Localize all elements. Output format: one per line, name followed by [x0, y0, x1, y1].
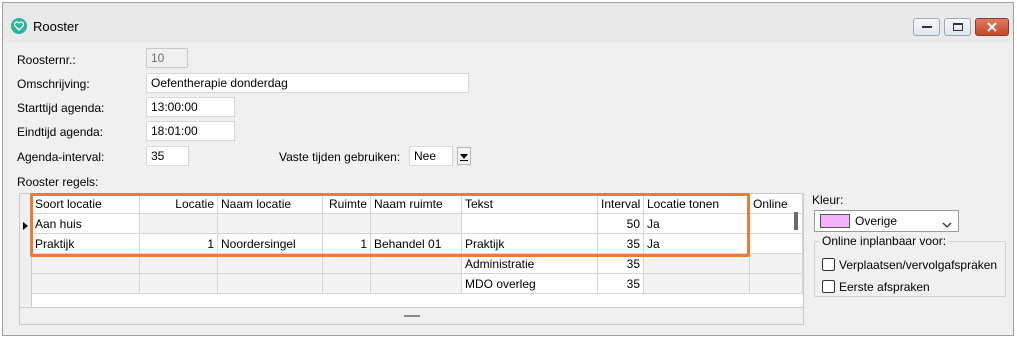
table-header: Soort locatie Locatie Naam locatie Ruimt… [32, 194, 803, 214]
cell-ruimte[interactable] [323, 274, 371, 294]
col-header-interval[interactable]: Interval [598, 194, 644, 214]
roosternr-field: 10 [146, 48, 188, 68]
kleur-label: Kleur: [812, 193, 844, 207]
vaste-tijden-select[interactable]: Nee [409, 146, 471, 166]
color-swatch [820, 214, 850, 228]
table-row[interactable]: Administratie 35 [32, 254, 803, 274]
cell-tekst[interactable]: Praktijk [462, 234, 598, 254]
eerste-afspraken-label[interactable]: Eerste afspraken [839, 280, 930, 294]
kleur-value: Overige [855, 214, 898, 228]
close-button[interactable] [975, 18, 1009, 36]
cell-ruimte[interactable] [323, 254, 371, 274]
col-header-locatie-tonen[interactable]: Locatie tonen [644, 194, 750, 214]
cell-locatie-tonen[interactable]: Ja [644, 214, 750, 234]
starttijd-label: Starttijd agenda: [17, 101, 105, 115]
verplaatsen-checkbox[interactable] [822, 258, 835, 271]
cell-interval[interactable]: 35 [598, 254, 644, 274]
col-header-naam-locatie[interactable]: Naam locatie [218, 194, 323, 214]
eindtijd-field[interactable]: 18:01:00 [146, 121, 235, 141]
cell-soort-locatie[interactable] [32, 274, 140, 294]
cell-locatie-tonen[interactable]: Ja [644, 234, 750, 254]
table-row[interactable]: Praktijk 1 Noordersingel 1 Behandel 01 P… [32, 234, 803, 254]
col-header-locatie[interactable]: Locatie [140, 194, 218, 214]
maximize-button[interactable] [944, 18, 971, 36]
cell-soort-locatie[interactable] [32, 254, 140, 274]
cell-locatie-tonen[interactable] [644, 254, 750, 274]
col-header-online[interactable]: Online [750, 194, 803, 214]
window-title: Rooster [33, 19, 79, 34]
cell-interval[interactable]: 50 [598, 214, 644, 234]
verplaatsen-label[interactable]: Verplaatsen/vervolgafspraken [839, 258, 997, 272]
cell-online[interactable] [750, 254, 803, 274]
omschrijving-field[interactable]: Oefentherapie donderdag [146, 73, 469, 93]
starttijd-field[interactable]: 13:00:00 [146, 97, 235, 117]
cell-locatie[interactable] [140, 274, 218, 294]
cell-tekst[interactable]: Administratie [462, 254, 598, 274]
vaste-tijden-label: Vaste tijden gebruiken: [279, 150, 401, 164]
cell-ruimte[interactable]: 1 [323, 234, 371, 254]
rooster-regels-grid[interactable]: Soort locatie Locatie Naam locatie Ruimt… [19, 193, 804, 325]
col-header-tekst[interactable]: Tekst [462, 194, 598, 214]
eerste-afspraken-checkbox[interactable] [822, 280, 835, 293]
cell-naam-ruimte[interactable] [371, 214, 462, 234]
minimize-button[interactable] [913, 18, 940, 36]
current-row-arrow-icon [23, 222, 28, 230]
cell-online[interactable] [750, 274, 803, 294]
chevron-down-icon [942, 217, 952, 231]
vaste-tijden-value: Nee [409, 146, 453, 166]
interval-field[interactable]: 35 [146, 146, 189, 166]
kleur-select[interactable]: Overige [814, 210, 959, 232]
cell-naam-ruimte[interactable] [371, 254, 462, 274]
cell-naam-ruimte[interactable] [371, 274, 462, 294]
cell-online[interactable] [750, 234, 803, 254]
online-inplanbaar-group: Online inplanbaar voor: Verplaatsen/verv… [814, 234, 1006, 297]
cell-naam-locatie[interactable]: Noordersingel [218, 234, 323, 254]
col-header-naam-ruimte[interactable]: Naam ruimte [371, 194, 462, 214]
cell-naam-ruimte[interactable]: Behandel 01 [371, 234, 462, 254]
eindtijd-label: Eindtijd agenda: [17, 125, 104, 139]
cell-soort-locatie[interactable]: Aan huis [32, 214, 140, 234]
cell-interval[interactable]: 35 [598, 274, 644, 294]
rooster-window: Rooster Roosternr.: 10 Omschrijving: Oef… [2, 2, 1014, 336]
rooster-regels-label: Rooster regels: [17, 175, 99, 189]
table-row[interactable]: MDO overleg 35 [32, 274, 803, 294]
col-header-soort-locatie[interactable]: Soort locatie [32, 194, 140, 214]
interval-label: Agenda-interval: [17, 150, 105, 164]
cell-locatie[interactable] [140, 214, 218, 234]
table-row[interactable]: Aan huis 50 Ja [32, 214, 803, 234]
col-header-ruimte[interactable]: Ruimte [323, 194, 371, 214]
heart-icon [11, 18, 27, 34]
horizontal-scrollbar[interactable] [20, 307, 803, 324]
cell-naam-locatie[interactable] [218, 274, 323, 294]
cell-interval[interactable]: 35 [598, 234, 644, 254]
cell-soort-locatie[interactable]: Praktijk [32, 234, 140, 254]
cell-ruimte[interactable] [323, 214, 371, 234]
cell-tekst[interactable]: MDO overleg [462, 274, 598, 294]
cell-naam-locatie[interactable] [218, 254, 323, 274]
cell-locatie[interactable] [140, 254, 218, 274]
omschrijving-label: Omschrijving: [17, 77, 90, 91]
row-indicator-column [20, 194, 32, 324]
title-bar: Rooster [3, 3, 1013, 43]
cell-tekst[interactable] [462, 214, 598, 234]
vertical-scrollbar[interactable] [794, 212, 798, 230]
roosternr-label: Roosternr.: [17, 53, 76, 67]
scroll-grip-icon[interactable] [403, 315, 420, 317]
online-group-title: Online inplanbaar voor: [819, 234, 950, 248]
dropdown-arrow-icon[interactable] [457, 147, 471, 165]
cell-locatie-tonen[interactable] [644, 274, 750, 294]
cell-naam-locatie[interactable] [218, 214, 323, 234]
cell-locatie[interactable]: 1 [140, 234, 218, 254]
